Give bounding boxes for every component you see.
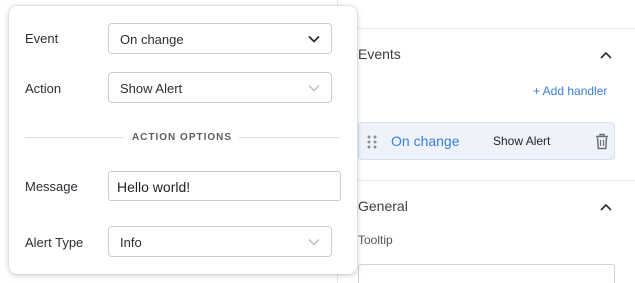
section-divider-general (338, 180, 635, 181)
message-input[interactable]: Hello world! (108, 171, 341, 201)
chevron-down-icon (308, 239, 320, 246)
event-handler-item[interactable]: On change Show Alert (358, 122, 615, 160)
handler-event-label: On change (391, 133, 460, 149)
action-select-value: Show Alert (120, 81, 183, 96)
action-popover: Event On change Action Show Alert ACTION… (9, 6, 357, 274)
events-section-title[interactable]: Events (358, 46, 401, 62)
action-options-heading: ACTION OPTIONS (131, 132, 233, 143)
handler-action-label: Show Alert (493, 134, 551, 148)
chevron-up-icon[interactable] (599, 48, 613, 62)
trash-icon[interactable] (595, 133, 609, 150)
add-handler-button[interactable]: + Add handler (533, 84, 607, 98)
chevron-up-icon[interactable] (599, 200, 613, 214)
section-divider-top (338, 28, 635, 29)
alert-type-select[interactable]: Info (108, 226, 332, 257)
action-select[interactable]: Show Alert (108, 72, 332, 103)
event-select-value: On change (120, 32, 184, 47)
general-section-title[interactable]: General (358, 198, 408, 214)
alert-type-label: Alert Type (25, 235, 84, 250)
chevron-down-icon (308, 85, 320, 92)
action-label: Action (25, 81, 62, 96)
chevron-down-icon (308, 35, 320, 43)
message-label: Message (25, 179, 78, 194)
alert-type-select-value: Info (120, 235, 142, 250)
drag-handle-icon[interactable] (366, 134, 378, 150)
tooltip-label: Tooltip (358, 233, 393, 247)
divider-line (25, 137, 124, 138)
tooltip-input[interactable] (358, 264, 615, 283)
event-label: Event (25, 31, 59, 46)
event-select[interactable]: On change (108, 23, 332, 54)
message-input-value: Hello world! (117, 179, 191, 195)
divider-line (239, 137, 340, 138)
